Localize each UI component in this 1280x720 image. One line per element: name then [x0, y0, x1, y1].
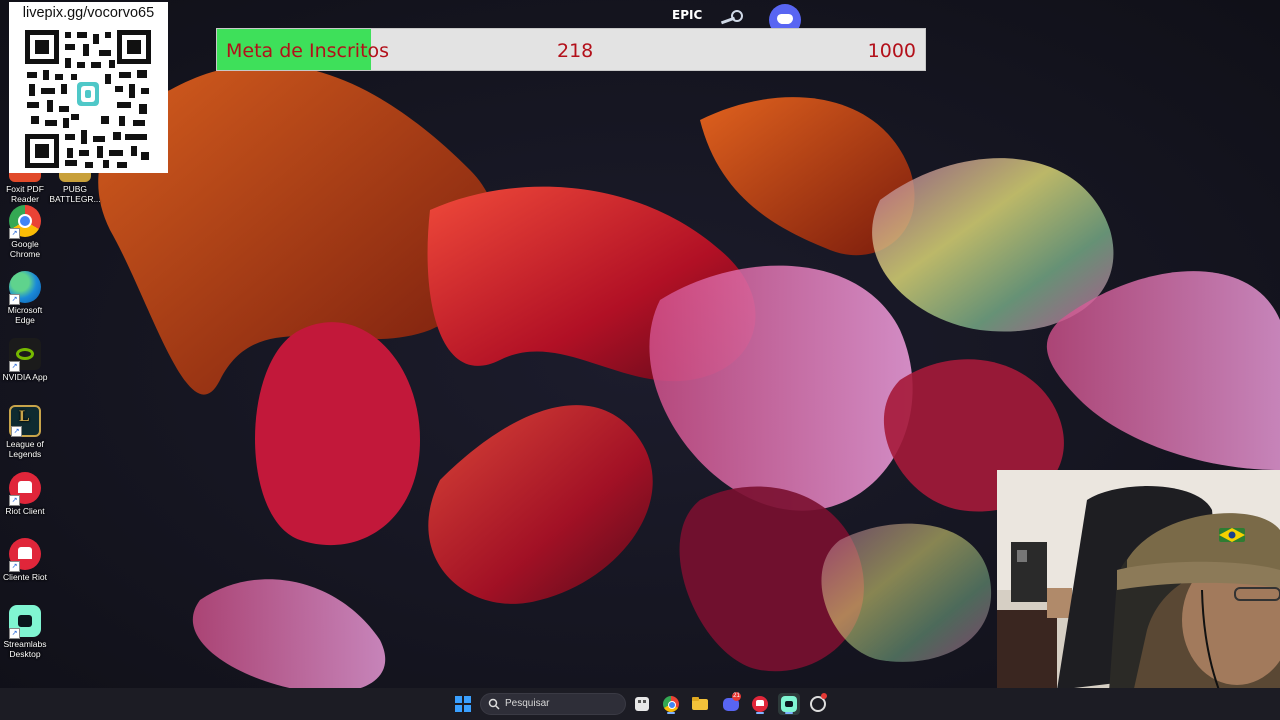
epic-games-icon[interactable]: EPIC: [668, 4, 703, 28]
goal-current-count: 218: [557, 40, 594, 62]
webcam-image: [997, 470, 1280, 720]
desktop-icon-league-of-legends[interactable]: L ↗ League of Legends: [0, 405, 52, 459]
qr-code-icon: [25, 30, 151, 168]
desktop-icon-label: Legends: [8, 449, 42, 459]
shortcut-arrow-icon: ↗: [9, 361, 20, 372]
desktop-icon-label: Reader: [11, 194, 39, 204]
desktop-icon-cliente-riot[interactable]: ↗ Cliente Riot: [0, 538, 52, 582]
streamlabs-icon: ↗: [9, 605, 41, 639]
desktop-icon-label: Riot Client: [5, 506, 45, 516]
edge-icon: ↗: [9, 271, 41, 305]
desktop-icon-google-chrome[interactable]: ↗ Google Chrome: [0, 205, 52, 259]
active-indicator: [667, 712, 675, 714]
goal-label: Meta de Inscritos: [226, 40, 390, 62]
chrome-icon: ↗: [9, 205, 41, 239]
desktop-icon-streamlabs-desktop[interactable]: ↗ Streamlabs Desktop: [0, 605, 52, 659]
epic-games-text: EPIC: [672, 8, 703, 22]
shortcut-arrow-icon: ↗: [9, 628, 20, 639]
desktop-icon-label: Edge: [15, 315, 35, 325]
desktop-icon-label: Chrome: [9, 249, 41, 259]
discord-icon[interactable]: 21: [720, 692, 742, 715]
taskbar-search-box[interactable]: Pesquisar: [480, 693, 626, 715]
goal-target-count: 1000: [867, 40, 916, 62]
riot-client-icon: ↗: [9, 538, 41, 572]
steam-icon[interactable]: [719, 8, 747, 28]
widgets-icon[interactable]: [631, 693, 653, 715]
file-explorer-icon[interactable]: [689, 693, 711, 715]
desktop-icon-riot-client[interactable]: ↗ Riot Client: [0, 472, 52, 516]
chrome-icon[interactable]: [660, 693, 682, 715]
desktop-icon-microsoft-edge[interactable]: ↗ Microsoft Edge: [0, 271, 52, 325]
desktop-icon-label: Desktop: [9, 649, 41, 659]
desktop-icon-label: Cliente Riot: [3, 572, 47, 582]
desktop-icon-nvidia-app[interactable]: ↗ NVIDIA App: [0, 338, 52, 382]
donation-qr-panel: livepix.gg/vocorvo65: [9, 2, 168, 173]
desktop-icon-label: BATTLEGR...: [49, 194, 101, 204]
shortcut-arrow-icon: ↗: [9, 495, 20, 506]
shortcut-arrow-icon: ↗: [9, 228, 20, 239]
nvidia-icon: ↗: [9, 338, 41, 372]
active-indicator: [785, 712, 793, 714]
desktop-icon-label: Microsoft: [7, 305, 43, 315]
streamlabs-icon[interactable]: [778, 693, 800, 715]
search-icon: [488, 698, 500, 710]
notification-badge: 21: [732, 692, 741, 701]
desktop-icon-label: Streamlabs: [3, 639, 47, 649]
desktop-icon-label: League of: [6, 439, 44, 449]
league-of-legends-icon: L ↗: [9, 405, 41, 437]
shortcut-arrow-icon: ↗: [9, 561, 20, 572]
taskbar: Pesquisar 21: [0, 688, 1280, 720]
subscriber-goal-bar: Meta de Inscritos 218 1000: [216, 28, 926, 71]
desktop-icon-label: Foxit PDF: [6, 184, 44, 194]
desktop-icon-label: NVIDIA App: [2, 372, 48, 382]
obs-icon[interactable]: [807, 693, 829, 715]
riot-client-icon: ↗: [9, 472, 41, 506]
active-indicator: [756, 712, 764, 714]
shortcut-arrow-icon: ↗: [11, 426, 22, 437]
desktop-icon-label: PUBG: [62, 184, 88, 194]
search-placeholder: Pesquisar: [505, 698, 550, 709]
windows-start-icon[interactable]: [452, 693, 474, 715]
donation-url: livepix.gg/vocorvo65: [22, 5, 155, 21]
desktop-icon-label: Google: [11, 239, 39, 249]
webcam-feed: [997, 470, 1280, 720]
riot-client-icon[interactable]: [749, 693, 771, 715]
shortcut-arrow-icon: ↗: [9, 294, 20, 305]
